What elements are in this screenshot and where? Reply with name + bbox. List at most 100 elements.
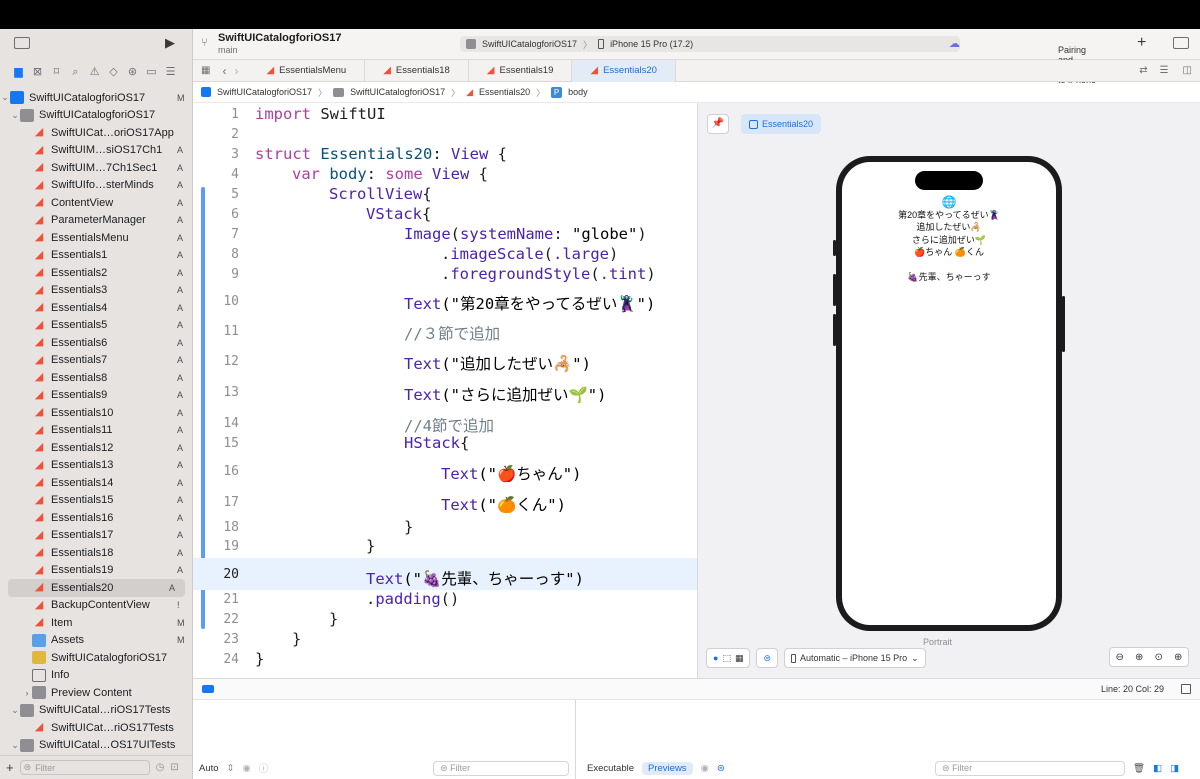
tree-row-file[interactable]: ◢ BackupContentView!: [0, 597, 193, 615]
search-icon[interactable]: ⌕: [68, 65, 83, 80]
tree-row-file[interactable]: ◢ Essentials3 A: [0, 282, 193, 300]
sidebar-toggle-icon[interactable]: [14, 37, 30, 49]
eye-icon[interactable]: ◉: [243, 763, 251, 774]
tree-row-file[interactable]: ◢ SwiftUICat…oriOS17App: [0, 124, 193, 142]
executable-tab[interactable]: Executable: [587, 763, 634, 774]
chevron-down-icon[interactable]: ⌄: [10, 110, 20, 121]
zoom-in-icon[interactable]: ⊕: [1135, 652, 1143, 663]
tree-row-info[interactable]: Info: [0, 667, 193, 685]
tree-row-file[interactable]: ◢ Essentials19 A: [0, 562, 193, 580]
variables-filter-field[interactable]: ⊜ Filter: [433, 760, 569, 776]
tree-row-file[interactable]: ◢ SwiftUIM…7Ch1Sec1 A: [0, 159, 193, 177]
tree-row-group[interactable]: › Preview Content: [0, 684, 193, 702]
inspector-toggle-icon[interactable]: [1173, 37, 1189, 49]
tree-row-entitlements[interactable]: SwiftUICatalogforiOS17: [0, 649, 193, 667]
info-icon[interactable]: ⓘ: [259, 761, 269, 775]
pin-icon[interactable]: 📌: [707, 114, 729, 134]
tree-row-file[interactable]: ◢ SwiftUIM…siOS17Ch1 A: [0, 142, 193, 160]
tree-row-file[interactable]: ◢ ParameterManager A: [0, 212, 193, 230]
settings-toggle-icon[interactable]: ⊜: [717, 763, 725, 774]
breadcrumb-folder[interactable]: SwiftUICatalogforiOS17: [350, 87, 445, 97]
tree-row-file[interactable]: ◢ SwiftUICat…riOS17Tests: [0, 719, 193, 737]
device-select[interactable]: Automatic – iPhone 15 Pro ⌄: [784, 648, 926, 668]
source-control-icon[interactable]: ⊠: [30, 65, 45, 80]
breakpoint-icon[interactable]: ▭: [144, 65, 159, 80]
debug-area-toggle-icon[interactable]: [202, 685, 214, 693]
tree-row-group[interactable]: ⌄ SwiftUICatal…OS17UITests: [0, 737, 193, 755]
chevron-down-icon[interactable]: ⌄: [0, 92, 10, 103]
back-icon[interactable]: ‹: [218, 64, 230, 78]
phone-screen[interactable]: 🌐 第20章をやってるぜい🦹 追加したぜい🦂 さらに追加ぜい🌱 🍎ちゃん 🍊くん…: [842, 162, 1056, 625]
console-view-icon[interactable]: ◨: [1170, 763, 1179, 774]
eye-icon[interactable]: ◉: [701, 763, 709, 774]
tab-essentials-menu[interactable]: ◢ EssentialsMenu: [248, 59, 366, 82]
breadcrumb-file[interactable]: Essentials20: [479, 87, 530, 97]
scheme-selector[interactable]: SwiftUICatalogforiOS17: [482, 39, 577, 49]
tree-row-file[interactable]: ◢ Essentials16 A: [0, 509, 193, 527]
chevron-down-icon[interactable]: ⌄: [10, 740, 20, 751]
tree-row-file[interactable]: ◢ Essentials17 A: [0, 527, 193, 545]
tree-row-file-selected[interactable]: ◢ Essentials20 A: [8, 579, 185, 597]
tab-essentials20[interactable]: ◢ Essentials20: [572, 59, 676, 82]
scm-filter-icon[interactable]: ⊡: [170, 762, 178, 773]
chevron-down-icon[interactable]: ⌄: [10, 705, 20, 716]
debug-split-divider[interactable]: [575, 700, 576, 779]
preview-tab[interactable]: Essentials20: [741, 114, 821, 134]
console-filter-field[interactable]: ⊜ Filter: [935, 760, 1125, 776]
breadcrumb-project[interactable]: SwiftUICatalogforiOS17: [217, 87, 312, 97]
tab-essentials19[interactable]: ◢ Essentials19: [469, 59, 573, 82]
device-settings-button[interactable]: ⊜: [756, 648, 779, 668]
tree-row-file[interactable]: ◢ Essentials14 A: [0, 474, 193, 492]
trash-icon[interactable]: 🗑: [1133, 763, 1145, 774]
tree-row-file[interactable]: ◢ Essentials13 A: [0, 457, 193, 475]
zoom-out-icon[interactable]: ⊖: [1116, 652, 1124, 663]
editor-options-icon[interactable]: ☰: [1154, 65, 1175, 76]
report-icon[interactable]: ☰: [163, 65, 178, 80]
tree-row-file[interactable]: ◢ Essentials7 A: [0, 352, 193, 370]
warning-icon[interactable]: ⚠: [87, 65, 102, 80]
library-add-icon[interactable]: +: [1137, 34, 1146, 52]
split-editor-icon[interactable]: ◫: [1175, 65, 1200, 76]
add-icon[interactable]: +: [6, 760, 14, 775]
chevron-right-icon[interactable]: ›: [22, 688, 32, 698]
folder-icon[interactable]: ▆: [11, 65, 26, 80]
navigator-filter-field[interactable]: ⊜ Filter: [19, 760, 150, 775]
console-toggle-icon[interactable]: [1181, 684, 1191, 694]
tree-row-file[interactable]: ◢ Essentials4 A: [0, 299, 193, 317]
tree-row-file[interactable]: ◢ Essentials12 A: [0, 439, 193, 457]
tree-row-file[interactable]: ◢ EssentialsMenu A: [0, 229, 193, 247]
selectable-mode-icon[interactable]: ⬚: [722, 653, 731, 664]
debug-icon[interactable]: ⊛: [125, 65, 140, 80]
recent-icon[interactable]: ◷: [156, 762, 165, 773]
tree-row-file[interactable]: ◢ Essentials8 A: [0, 369, 193, 387]
source-editor[interactable]: 1 import SwiftUI 2 3 struct Essentials20: …: [193, 103, 697, 678]
run-icon[interactable]: ▶: [165, 35, 175, 51]
tree-row-file[interactable]: ◢ Essentials11 A: [0, 422, 193, 440]
tree-row-assets[interactable]: Assets M: [0, 632, 193, 650]
related-items-icon[interactable]: ⇄: [1133, 65, 1153, 76]
tree-row-group[interactable]: ⌄ SwiftUICatalogforiOS17: [0, 107, 193, 125]
tree-row-file[interactable]: ◢ Item M: [0, 614, 193, 632]
forward-icon[interactable]: ›: [230, 64, 248, 78]
branch-name[interactable]: main: [218, 45, 238, 55]
auto-select[interactable]: Auto: [199, 763, 219, 774]
destination-selector[interactable]: iPhone 15 Pro (17.2): [610, 39, 693, 49]
tree-row-group[interactable]: ⌄ SwiftUICatal…riOS17Tests: [0, 702, 193, 720]
tree-row-file[interactable]: ◢ Essentials5 A: [0, 317, 193, 335]
breadcrumb-symbol[interactable]: body: [568, 87, 588, 97]
bookmark-icon[interactable]: ⌑: [49, 65, 64, 80]
tab-essentials18[interactable]: ◢ Essentials18: [365, 59, 469, 82]
tree-row-file[interactable]: ◢ Essentials2 A: [0, 264, 193, 282]
tree-row-file[interactable]: ◢ Essentials10 A: [0, 404, 193, 422]
tree-row-file[interactable]: ◢ Essentials18 A: [0, 544, 193, 562]
variables-view-icon[interactable]: ◧: [1153, 763, 1162, 774]
tree-row-file[interactable]: ◢ Essentials1 A: [0, 247, 193, 265]
tree-row-file[interactable]: ◢ SwiftUIfo…sterMinds A: [0, 177, 193, 195]
zoom-fit-icon[interactable]: ⊕: [1174, 652, 1182, 663]
tree-row-file[interactable]: ◢ Essentials15 A: [0, 492, 193, 510]
tree-row-project[interactable]: ⌄ SwiftUICatalogforiOS17 M: [0, 89, 193, 107]
zoom-actual-icon[interactable]: ⊙: [1155, 652, 1163, 663]
test-icon[interactable]: ◇: [106, 65, 121, 80]
previews-tab[interactable]: Previews: [642, 761, 693, 775]
tree-row-file[interactable]: ◢ Essentials9 A: [0, 387, 193, 405]
